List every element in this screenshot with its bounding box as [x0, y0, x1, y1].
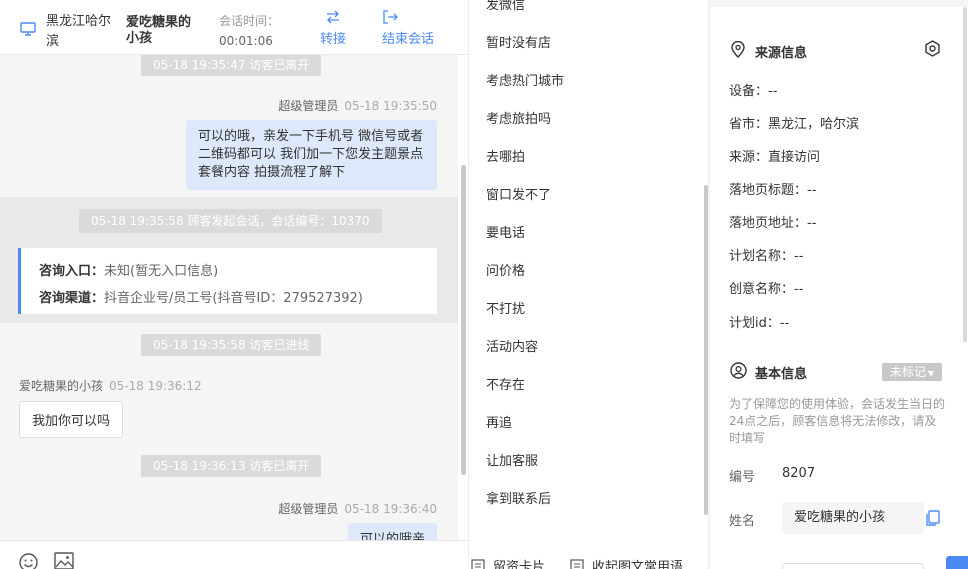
- message-meta: 超级管理员 05-18 19:35:50: [278, 97, 437, 114]
- quick-reply-item[interactable]: 活动内容: [486, 336, 538, 355]
- lead-card-button[interactable]: 留资卡片: [471, 556, 545, 569]
- list-icon: [570, 559, 584, 569]
- quick-reply-item[interactable]: 不打扰: [486, 298, 525, 317]
- outgoing-message: 可以的哦，亲发一下手机号 微信号或者 二维码都可以 我们加一下您发主题景点 套餐…: [186, 120, 437, 190]
- system-message: 05-18 19:35:58 顾客发起会话，会话编号：10370: [79, 209, 382, 233]
- system-message: 05-18 19:35:58 访客已进线: [141, 334, 322, 356]
- tag-dropdown[interactable]: 未标记 ▼: [882, 363, 942, 381]
- system-message: 05-18 19:36:13 访客已离开: [141, 455, 322, 477]
- emoji-icon[interactable]: [19, 553, 38, 569]
- message-line: 可以的哦，亲发一下手机号 微信号或者: [198, 129, 424, 144]
- next-field-input[interactable]: [782, 563, 924, 569]
- quick-reply-item[interactable]: 拿到联系后: [486, 488, 551, 507]
- incoming-message: 我加你可以吗: [19, 401, 124, 438]
- quick-reply-item[interactable]: 不存在: [486, 374, 525, 393]
- quick-reply-item[interactable]: 窗口发不了: [486, 184, 551, 203]
- chat-messages[interactable]: 05-18 19:35:47 访客已离开 超级管理员 05-18 19:35:50…: [0, 55, 458, 540]
- channel-label: 咨询渠道：: [39, 291, 105, 306]
- plan-name-field: 计划名称：--: [729, 249, 804, 264]
- outgoing-message: 可以的哦亲: [348, 523, 437, 540]
- quick-reply-panel: 发微信暂时没有店考虑热门城市 考虑旅拍吗去哪拍窗口发不了要电话问价格不打扰活动内容…: [468, 0, 708, 569]
- collapse-phrases-label: 收起图文常用语: [592, 560, 684, 569]
- transfer-icon: [327, 10, 339, 24]
- image-icon[interactable]: [54, 552, 74, 569]
- caret-down-icon: ▼: [927, 369, 935, 378]
- id-label: 编号: [729, 470, 756, 485]
- edit-notice: 为了保障您的使用体验，会话发生当日的24点之后，顾客信息将无法修改，请及时填写: [729, 397, 946, 445]
- collapse-phrases-button[interactable]: 收起图文常用语: [570, 556, 683, 569]
- session-time-label: 会话时间：: [219, 14, 280, 28]
- creative-name-field: 创意名称：--: [729, 282, 804, 297]
- basic-info-title: 基本信息: [755, 367, 808, 382]
- landing-url-field: 落地页地址：--: [729, 216, 817, 231]
- visitor-name: 爱吃糖果的小孩: [126, 15, 192, 46]
- visitor-info-panel: 来源信息 设备：-- 省市：黑龙江，哈尔滨 来源：直接访问 落地页标题：-- 落…: [710, 0, 968, 569]
- info-scrollbar[interactable]: [963, 7, 967, 342]
- message-line: 套餐内容 拍摄流程了解下: [198, 165, 346, 180]
- message-line: 二维码都可以 我们加一下您发主题景点: [198, 147, 424, 162]
- message-time: 05-18 19:35:50: [344, 99, 437, 113]
- transfer-label: 转接: [320, 32, 347, 47]
- quick-reply-item[interactable]: 去哪拍: [486, 146, 525, 165]
- composer-toolbar: [0, 540, 468, 569]
- quick-reply-item[interactable]: 考虑旅拍吗: [486, 108, 551, 127]
- user-circle-icon: [730, 362, 747, 379]
- quick-reply-item[interactable]: 问价格: [486, 260, 525, 279]
- lead-card-label: 留资卡片: [493, 560, 546, 569]
- transfer-button[interactable]: 转接: [320, 10, 346, 47]
- card-icon: [471, 559, 485, 569]
- sender-name: 超级管理员: [278, 99, 339, 113]
- device-field: 设备：--: [729, 84, 778, 99]
- exit-icon: [383, 10, 398, 24]
- name-label: 姓名: [729, 514, 756, 529]
- end-session-label: 结束会话: [382, 32, 435, 47]
- id-value: 8207: [782, 466, 816, 481]
- channel-value: 抖音企业号/员工号(抖音号ID：279527392): [104, 291, 363, 306]
- plan-id-field: 计划id：--: [729, 316, 790, 331]
- quick-reply-item[interactable]: 暂时没有店: [486, 32, 551, 51]
- entry-label: 咨询入口：: [39, 264, 105, 279]
- end-session-button[interactable]: 结束会话: [382, 10, 434, 47]
- visitor-location: 黑龙江哈尔滨: [46, 14, 112, 49]
- monitor-icon: [20, 22, 36, 36]
- location-pin-icon: [731, 41, 745, 58]
- sender-name: 爱吃糖果的小孩: [19, 379, 104, 393]
- quick-reply-item[interactable]: 让加客服: [486, 450, 538, 469]
- source-field: 来源：直接访问: [729, 150, 821, 165]
- chat-scrollbar[interactable]: [461, 165, 466, 475]
- quick-reply-item[interactable]: 发微信: [486, 0, 525, 13]
- message-meta: 超级管理员 05-18 19:36:40: [278, 500, 437, 517]
- name-input[interactable]: 爱吃糖果的小孩: [782, 502, 924, 534]
- sender-name: 超级管理员: [278, 502, 339, 516]
- session-time-value: 00:01:06: [219, 34, 273, 48]
- message-time: 05-18 19:36:40: [344, 502, 437, 516]
- tag-dropdown-label: 未标记: [889, 365, 926, 379]
- message-time: 05-18 19:36:12: [109, 379, 202, 393]
- entry-value: 未知(暂无入口信息): [104, 264, 219, 279]
- quick-reply-footer: 留资卡片 收起图文常用语: [469, 552, 708, 569]
- quick-reply-item[interactable]: 要电话: [486, 222, 525, 241]
- panel-top-bar: [710, 0, 968, 7]
- system-message: 05-18 19:35:47 访客已离开: [141, 55, 322, 76]
- settings-icon[interactable]: [924, 40, 941, 57]
- landing-title-field: 落地页标题：--: [729, 183, 817, 198]
- floating-action-button[interactable]: [946, 556, 968, 569]
- quick-reply-item[interactable]: 再追: [486, 412, 512, 431]
- consult-info-card: 咨询入口：未知(暂无入口信息) 咨询渠道：抖音企业号/员工号(抖音号ID：279…: [18, 248, 437, 314]
- province-field: 省市：黑龙江，哈尔滨: [729, 117, 860, 132]
- quick-reply-item[interactable]: 考虑热门城市: [486, 70, 564, 89]
- source-info-title: 来源信息: [755, 46, 808, 61]
- copy-icon[interactable]: [926, 510, 940, 526]
- chat-header: 黑龙江哈尔滨 爱吃糖果的小孩 会话时间： 00:01:06 转接 结束会话: [0, 0, 468, 55]
- message-meta: 爱吃糖果的小孩 05-18 19:36:12: [19, 377, 202, 394]
